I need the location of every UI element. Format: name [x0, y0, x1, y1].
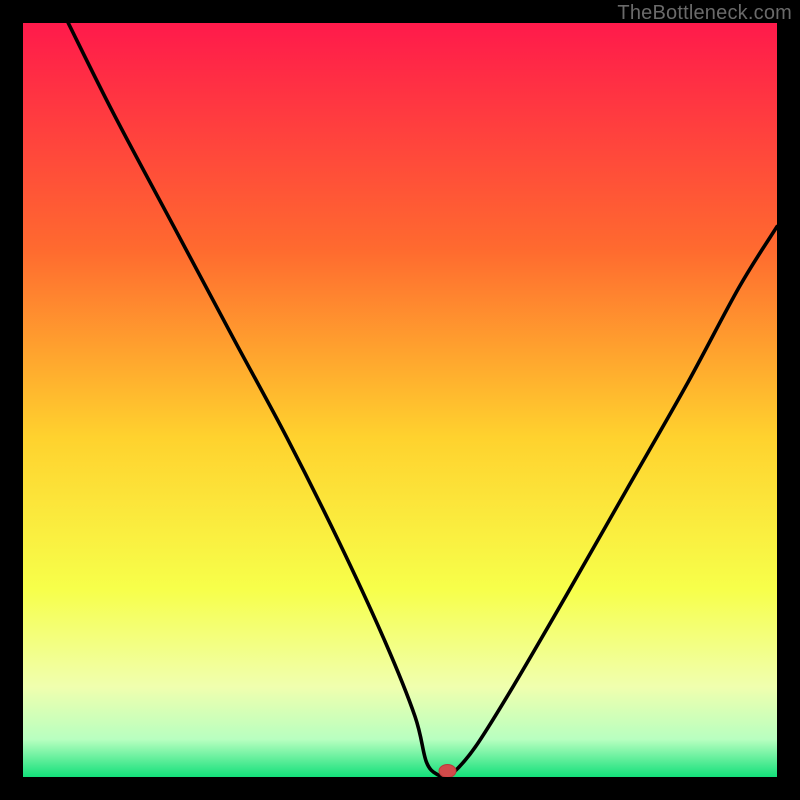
gradient-background: [23, 23, 777, 777]
plot-area: [23, 23, 777, 777]
marker-dot: [439, 764, 456, 777]
bottleneck-curve-chart: [23, 23, 777, 777]
chart-frame: TheBottleneck.com: [0, 0, 800, 800]
watermark-text: TheBottleneck.com: [617, 2, 792, 25]
